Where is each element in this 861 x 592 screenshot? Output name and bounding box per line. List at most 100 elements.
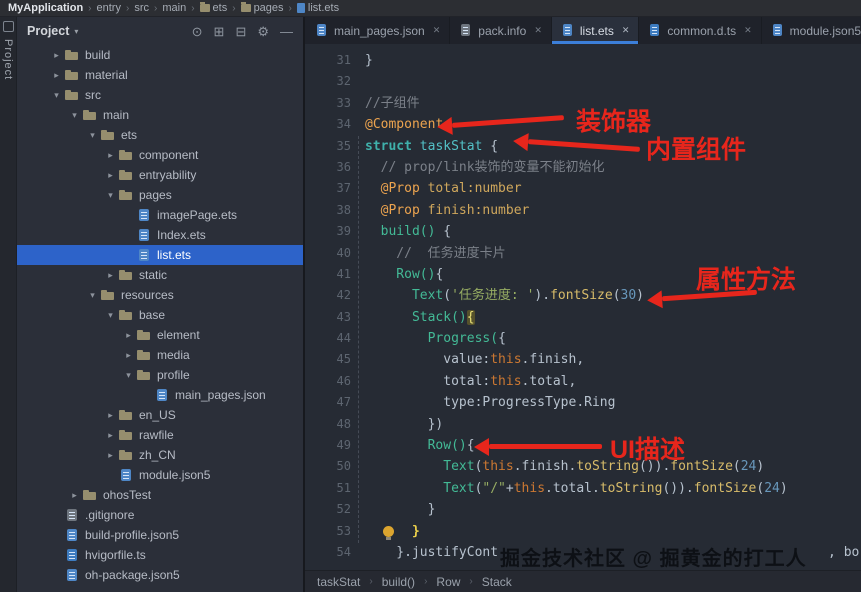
tree-item-module-json5[interactable]: module.json5	[17, 465, 303, 485]
chevron-down-icon[interactable]: ▾	[85, 290, 100, 301]
tree-item-entryability[interactable]: ▸ entryability	[17, 165, 303, 185]
close-icon[interactable]: ✕	[622, 25, 630, 36]
chevron-right-icon[interactable]: ▸	[121, 330, 136, 341]
code-line-36[interactable]: 36 // prop/link装饰的变量不能初始化	[305, 157, 861, 178]
code-line-46[interactable]: 46 total:this.total,	[305, 371, 861, 392]
locate-file-icon[interactable]: ⊙	[192, 25, 203, 38]
tree-item-main-pages-json[interactable]: main_pages.json	[17, 385, 303, 405]
tab-list-ets[interactable]: list.ets ✕	[551, 17, 640, 44]
project-view-selector[interactable]: Project ▾	[27, 24, 78, 38]
project-tool-window-icon[interactable]	[2, 21, 14, 32]
close-icon[interactable]: ✕	[534, 25, 542, 36]
line-number[interactable]: 50	[305, 456, 365, 477]
line-number[interactable]: 46	[305, 371, 365, 392]
line-number[interactable]: 41	[305, 264, 365, 285]
line-number[interactable]: 34	[305, 114, 365, 135]
code-line-47[interactable]: 47 type:ProgressType.Ring	[305, 392, 861, 413]
line-number[interactable]: 39	[305, 221, 365, 242]
tree-item-base[interactable]: ▾ base	[17, 305, 303, 325]
tree-item-pages[interactable]: ▾ pages	[17, 185, 303, 205]
line-number[interactable]: 31	[305, 50, 365, 71]
code-line-48[interactable]: 48})	[305, 414, 861, 435]
chevron-right-icon[interactable]: ▸	[103, 150, 118, 161]
tree-item-media[interactable]: ▸ media	[17, 345, 303, 365]
chevron-right-icon[interactable]: ▸	[49, 50, 64, 61]
code-line-38[interactable]: 38 @Prop finish:number	[305, 200, 861, 221]
breadcrumb-item-src[interactable]: src	[134, 2, 149, 14]
line-number[interactable]: 35	[305, 136, 365, 157]
line-number[interactable]: 36	[305, 157, 365, 178]
tree-item-index-ets[interactable]: Index.ets	[17, 225, 303, 245]
line-number[interactable]: 40	[305, 243, 365, 264]
line-number[interactable]: 47	[305, 392, 365, 413]
tree-item-resources[interactable]: ▾ resources	[17, 285, 303, 305]
intention-bulb-icon[interactable]	[383, 525, 394, 540]
line-number[interactable]: 51	[305, 478, 365, 499]
tree-item-profile[interactable]: ▾ profile	[17, 365, 303, 385]
code-line-31[interactable]: 31}	[305, 50, 861, 71]
chevron-right-icon[interactable]: ▸	[103, 270, 118, 281]
tree-item-static[interactable]: ▸ static	[17, 265, 303, 285]
tree-item-src[interactable]: ▾ src	[17, 85, 303, 105]
chevron-right-icon[interactable]: ▸	[67, 490, 82, 501]
tab-common-d-ts[interactable]: common.d.ts ✕	[639, 17, 762, 44]
tree-item-list-ets[interactable]: list.ets	[17, 245, 303, 265]
tree-item-rawfile[interactable]: ▸ rawfile	[17, 425, 303, 445]
tree-item-ets[interactable]: ▾ ets	[17, 125, 303, 145]
status-breadcrumb-row[interactable]: Row	[436, 575, 460, 589]
settings-gear-icon[interactable]: ⚙	[257, 25, 269, 38]
chevron-down-icon[interactable]: ▾	[49, 90, 64, 101]
chevron-down-icon[interactable]: ▾	[103, 310, 118, 321]
tree-item-hvigorfile-ts[interactable]: hvigorfile.ts	[17, 545, 303, 565]
hide-panel-icon[interactable]: —	[280, 25, 293, 38]
chevron-right-icon[interactable]: ▸	[121, 350, 136, 361]
line-number[interactable]: 38	[305, 200, 365, 221]
line-number[interactable]: 49	[305, 435, 365, 456]
collapse-all-icon[interactable]: ⊟	[235, 25, 246, 38]
code-line-51[interactable]: 51 Text("/"+this.total.toString()).fontSi…	[305, 478, 861, 499]
code-line-37[interactable]: 37 @Prop total:number	[305, 178, 861, 199]
line-number[interactable]: 53	[305, 521, 365, 542]
chevron-right-icon[interactable]: ▸	[103, 450, 118, 461]
code-line-44[interactable]: 44 Progress({	[305, 328, 861, 349]
tree-item-gitignore[interactable]: .gitignore	[17, 505, 303, 525]
line-number[interactable]: 52	[305, 499, 365, 520]
status-breadcrumb-taskstat[interactable]: taskStat	[317, 575, 360, 589]
breadcrumb-item-myapplication[interactable]: MyApplication	[8, 2, 83, 14]
tree-item-build[interactable]: ▸ build	[17, 45, 303, 65]
close-icon[interactable]: ✕	[744, 25, 752, 36]
chevron-down-icon[interactable]: ▾	[85, 130, 100, 141]
status-breadcrumb-stack[interactable]: Stack	[482, 575, 512, 589]
line-number[interactable]: 32	[305, 71, 365, 92]
line-number[interactable]: 33	[305, 93, 365, 114]
tab-module-json5[interactable]: module.json5✕	[762, 17, 861, 44]
chevron-down-icon[interactable]: ▾	[67, 110, 82, 121]
line-number[interactable]: 43	[305, 307, 365, 328]
chevron-right-icon[interactable]: ▸	[103, 170, 118, 181]
tree-item-oh-package-json5[interactable]: oh-package.json5	[17, 565, 303, 585]
code-line-39[interactable]: 39 build() {	[305, 221, 861, 242]
breadcrumb-item-main[interactable]: main	[162, 2, 186, 14]
code-line-52[interactable]: 52}	[305, 499, 861, 520]
code-line-45[interactable]: 45 value:this.finish,	[305, 349, 861, 370]
line-number[interactable]: 42	[305, 285, 365, 306]
tree-item-imagepage-ets[interactable]: imagePage.ets	[17, 205, 303, 225]
line-number[interactable]: 44	[305, 328, 365, 349]
code-line-32[interactable]: 32	[305, 71, 861, 92]
tree-item-en-us[interactable]: ▸ en_US	[17, 405, 303, 425]
line-number[interactable]: 45	[305, 349, 365, 370]
tree-item-zh-cn[interactable]: ▸ zh_CN	[17, 445, 303, 465]
code-line-50[interactable]: 50 Text(this.finish.toString()).fontSize(…	[305, 456, 861, 477]
tree-item-element[interactable]: ▸ element	[17, 325, 303, 345]
expand-all-icon[interactable]: ⊞	[214, 25, 225, 38]
breadcrumb-item-pages[interactable]: pages	[240, 2, 284, 14]
line-number[interactable]: 54	[305, 542, 365, 563]
breadcrumb-item-list-ets[interactable]: list.ets	[296, 2, 339, 14]
tree-item-ohostest[interactable]: ▸ ohosTest	[17, 485, 303, 505]
line-number[interactable]: 48	[305, 414, 365, 435]
tab-pack-info[interactable]: pack.info ✕	[450, 17, 552, 44]
breadcrumb-item-entry[interactable]: entry	[97, 2, 121, 14]
tab-main-pages-json[interactable]: main_pages.json ✕	[306, 17, 451, 44]
chevron-down-icon[interactable]: ▾	[121, 370, 136, 381]
tree-item-main[interactable]: ▾ main	[17, 105, 303, 125]
